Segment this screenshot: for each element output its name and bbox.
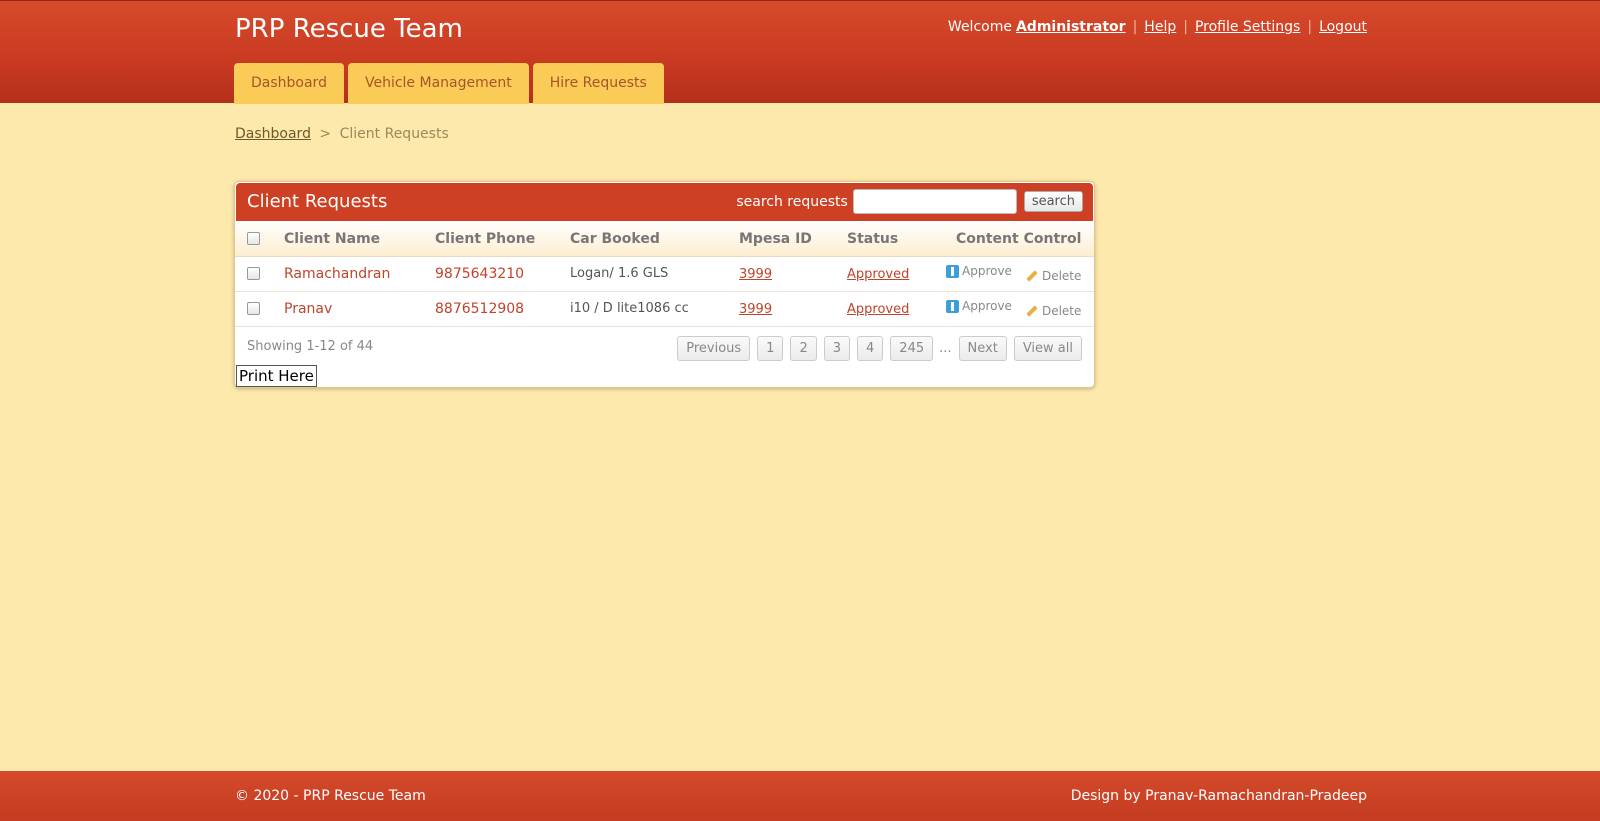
table-footer: Showing 1-12 of 44 Previous 1 2 3 4 245 … [235, 327, 1094, 369]
tab-hire-requests[interactable]: Hire Requests [532, 63, 664, 104]
column-header: Content Control [946, 222, 1094, 257]
welcome-text: Welcome [947, 19, 1012, 35]
view-all-button[interactable]: View all [1013, 335, 1082, 361]
delete-action[interactable]: Delete [1026, 269, 1081, 283]
page-button[interactable]: 2 [790, 335, 817, 361]
header: PRP Rescue Team Welcome Administrator | … [0, 0, 1600, 104]
main-tabs: Dashboard Vehicle Management Hire Reques… [234, 63, 668, 104]
column-header: Client Name [284, 222, 435, 257]
car-booked: Logan/ 1.6 GLS [570, 256, 739, 292]
approve-icon [946, 299, 959, 313]
table-row: Ramachandran 9875643210 Logan/ 1.6 GLS 3… [235, 256, 1094, 292]
column-header: Mpesa ID [739, 222, 847, 257]
panel-title: Client Requests [247, 191, 388, 212]
row-checkbox[interactable] [247, 267, 260, 280]
table-header-row: Client Name Client Phone Car Booked Mpes… [235, 222, 1094, 257]
copyright-text: © 2020 - PRP Rescue Team [235, 788, 426, 804]
breadcrumb-separator: > [319, 126, 332, 142]
help-link[interactable]: Help [1144, 19, 1176, 35]
nav-separator: | [1307, 19, 1313, 35]
delete-action[interactable]: Delete [1026, 304, 1081, 318]
status-link[interactable]: Approved [847, 267, 909, 282]
client-phone[interactable]: 9875643210 [435, 256, 570, 292]
column-header: Car Booked [570, 222, 739, 257]
client-requests-panel: Client Requests search requests search C… [234, 181, 1095, 388]
previous-button[interactable]: Previous [677, 335, 751, 361]
search-label: search requests [736, 193, 848, 210]
breadcrumb-dashboard-link[interactable]: Dashboard [235, 126, 311, 142]
approve-label: Approve [962, 264, 1012, 279]
user-nav: Welcome Administrator | Help | Profile S… [948, 19, 1367, 35]
footer: © 2020 - PRP Rescue Team Design by Prana… [0, 771, 1600, 821]
page-button[interactable]: 1 [757, 335, 784, 361]
design-credit: Design by Pranav-Ramachandran-Pradeep [1070, 788, 1367, 804]
client-phone[interactable]: 8876512908 [435, 291, 570, 327]
car-booked: i10 / D lite1086 cc [570, 291, 739, 327]
site-title: PRP Rescue Team [235, 14, 463, 44]
print-button[interactable]: Print Here [236, 365, 317, 387]
page-button[interactable]: 245 [890, 335, 934, 361]
requests-table: Client Name Client Phone Car Booked Mpes… [235, 222, 1094, 327]
mpesa-id-link[interactable]: 3999 [739, 302, 772, 317]
client-name-link[interactable]: Ramachandran [284, 256, 435, 292]
approve-label: Approve [962, 299, 1012, 314]
table-row: Pranav 8876512908 i10 / D lite1086 cc 39… [235, 291, 1094, 327]
delete-label: Delete [1041, 268, 1082, 283]
showing-count: Showing 1-12 of 44 [247, 338, 374, 354]
client-name-link[interactable]: Pranav [284, 291, 435, 327]
page-button[interactable]: 4 [857, 335, 884, 361]
pencil-icon [1026, 270, 1038, 282]
nav-separator: | [1183, 19, 1188, 35]
search-input[interactable] [852, 189, 1017, 214]
approve-action[interactable]: Approve [946, 299, 1012, 313]
column-header: Status [847, 222, 946, 257]
panel-header: Client Requests search requests search [236, 183, 1093, 221]
approve-icon [946, 264, 959, 278]
logout-link[interactable]: Logout [1319, 19, 1367, 35]
tab-vehicle-management[interactable]: Vehicle Management [347, 63, 529, 104]
user-link[interactable]: Administrator [1016, 19, 1126, 35]
tab-dashboard[interactable]: Dashboard [234, 63, 344, 104]
next-button[interactable]: Next [958, 335, 1007, 361]
pagination-ellipsis: ... [939, 340, 952, 356]
breadcrumb: Dashboard > Client Requests [235, 126, 449, 142]
approve-action[interactable]: Approve [946, 264, 1012, 278]
column-header: Client Phone [435, 222, 570, 257]
mpesa-id-link[interactable]: 3999 [739, 267, 772, 282]
search-button[interactable]: search [1023, 191, 1083, 212]
profile-settings-link[interactable]: Profile Settings [1195, 19, 1300, 35]
page-button[interactable]: 3 [823, 335, 851, 361]
status-link[interactable]: Approved [847, 302, 909, 317]
search-box: search requests search [736, 189, 1083, 214]
select-all-checkbox[interactable] [247, 232, 260, 246]
row-checkbox[interactable] [247, 302, 260, 315]
breadcrumb-current: Client Requests [339, 126, 449, 142]
nav-separator: | [1132, 19, 1138, 35]
pencil-icon [1026, 305, 1038, 317]
pagination: Previous 1 2 3 4 245 ... Next View all [670, 335, 1082, 361]
delete-label: Delete [1041, 303, 1082, 318]
